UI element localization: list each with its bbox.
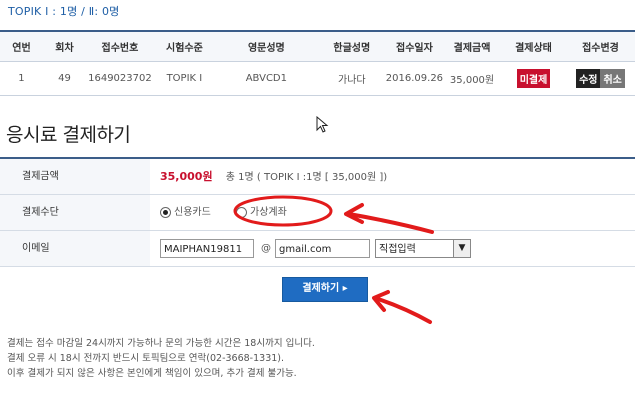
annotation-circle <box>233 195 333 227</box>
annotation-overlay <box>233 195 434 324</box>
